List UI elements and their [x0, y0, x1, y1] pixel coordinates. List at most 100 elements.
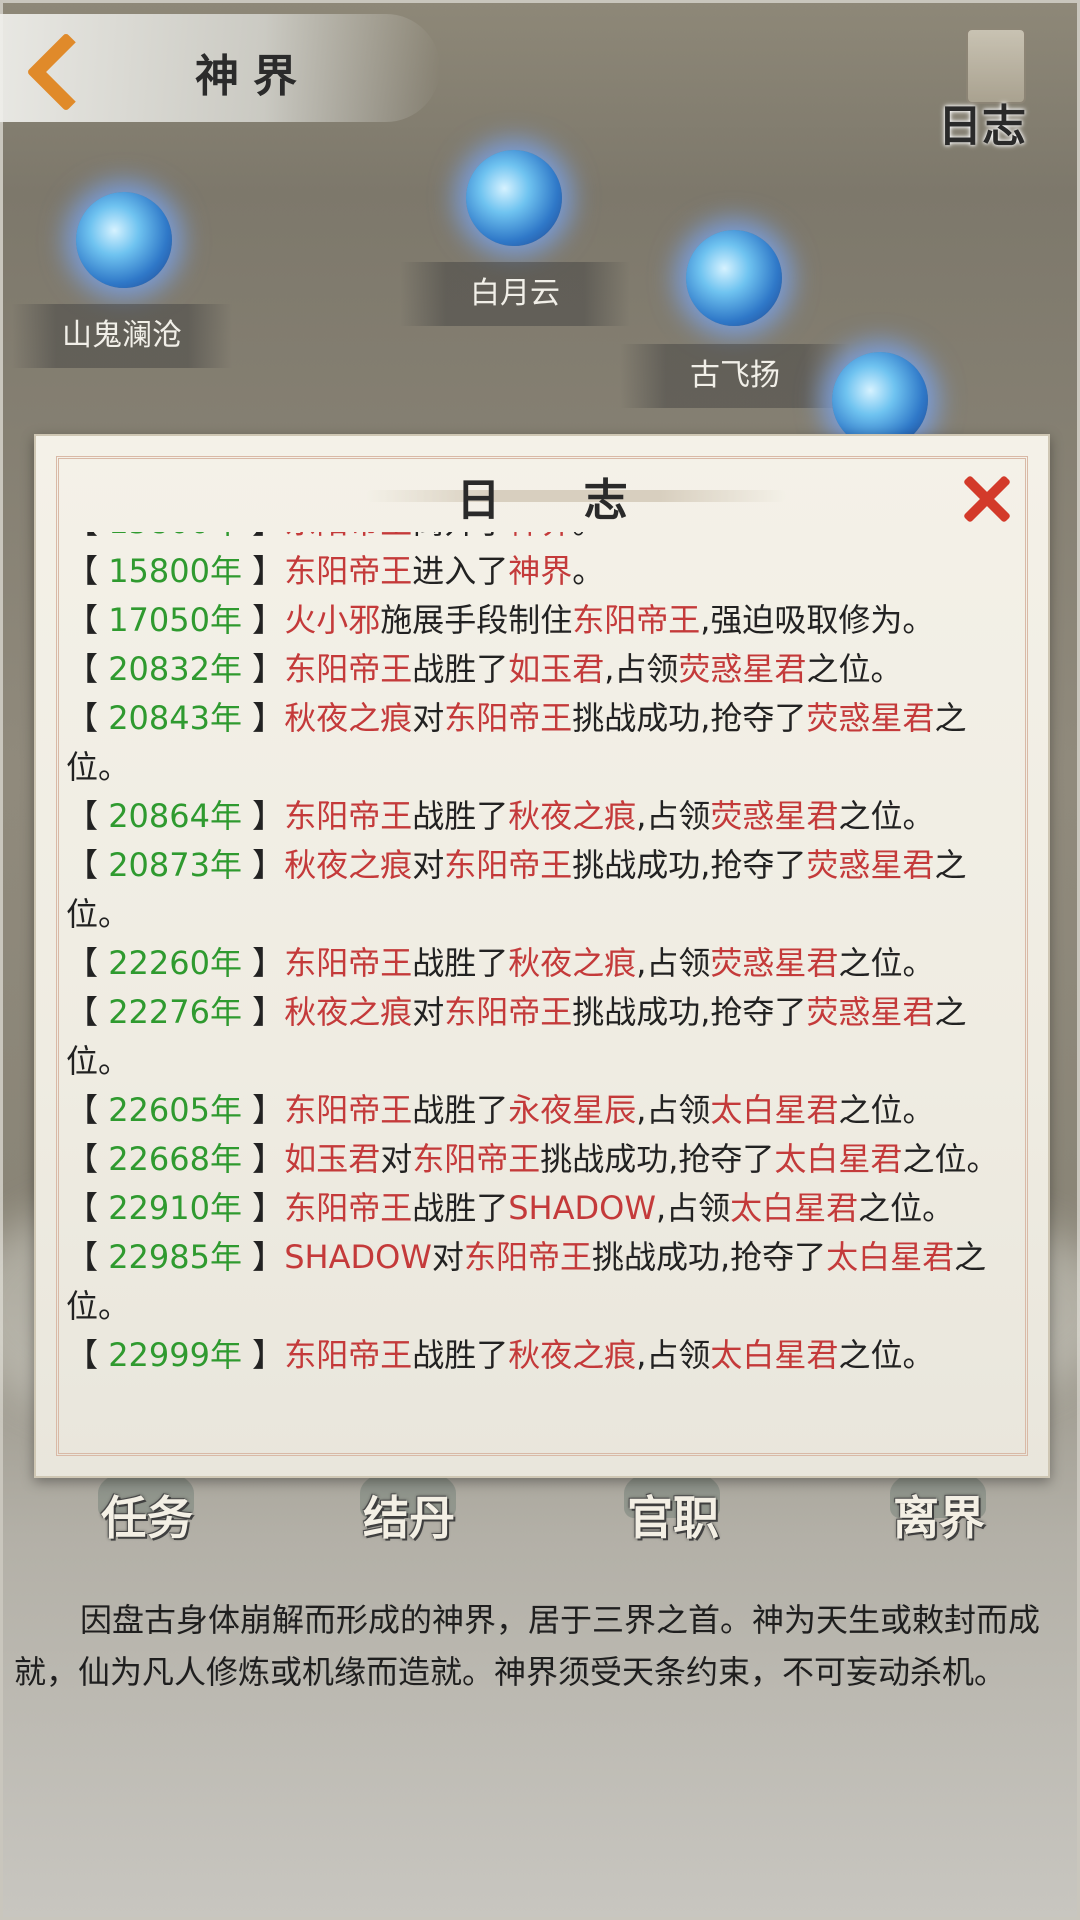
log-year: 22999年 — [108, 1336, 242, 1374]
tab-jiedan[interactable]: 结丹 — [334, 1482, 484, 1562]
log-year: 20864年 — [108, 797, 242, 835]
log-year: 15800年 — [108, 532, 242, 541]
map-node-orb[interactable] — [466, 150, 562, 246]
log-highlight: 东阳帝王 — [284, 1091, 413, 1129]
log-text: 对 — [412, 846, 445, 884]
tab-mission[interactable]: 任务 — [72, 1482, 222, 1562]
log-text: 挑战成功,抢夺了 — [572, 846, 807, 884]
log-text: ,占领 — [655, 1189, 731, 1227]
log-text: 之位。 — [838, 1091, 935, 1129]
log-highlight: 东阳帝王 — [444, 846, 573, 884]
log-text: 【 — [66, 650, 109, 688]
log-highlight: 荧惑星君 — [806, 846, 935, 884]
tab-leave-realm[interactable]: 离界 — [864, 1482, 1014, 1562]
log-text: 【 — [66, 1091, 109, 1129]
log-text: 。 — [572, 552, 605, 590]
log-entry: 【 22985年 】SHADOW对东阳帝王挑战成功,抢夺了太白星君之位。 — [66, 1233, 1026, 1331]
log-text: ,占领 — [636, 944, 711, 982]
log-highlight: 秋夜之痕 — [284, 846, 413, 884]
log-text: 】 — [242, 1336, 285, 1374]
log-entry: 【 20832年 】东阳帝王战胜了如玉君,占领荧惑星君之位。 — [66, 645, 1026, 694]
log-text: ,占领 — [604, 650, 679, 688]
log-highlight: 秋夜之痕 — [284, 699, 413, 737]
log-text: 对 — [412, 699, 445, 737]
log-list[interactable]: 【 15800年 】东阳帝王离开了神界。【 15800年 】东阳帝王进入了神界。… — [66, 532, 1026, 1450]
log-scroll-content: 【 15800年 】东阳帝王离开了神界。【 15800年 】东阳帝王进入了神界。… — [66, 532, 1026, 1380]
log-highlight: 火小邪 — [284, 601, 381, 639]
log-highlight: 秋夜之痕 — [508, 944, 637, 982]
log-highlight: 东阳帝王 — [284, 532, 412, 541]
log-highlight: 秋夜之痕 — [284, 993, 413, 1031]
map-node-orb[interactable] — [686, 230, 782, 326]
log-text: 施展手段制住 — [380, 601, 573, 639]
log-highlight: 东阳帝王 — [412, 1140, 541, 1178]
back-button[interactable] — [22, 30, 106, 112]
log-highlight: 东阳帝王 — [284, 797, 413, 835]
log-highlight: 永夜星辰 — [508, 1091, 637, 1129]
log-highlight: SHADOW — [508, 1189, 656, 1227]
log-highlight: 秋夜之痕 — [508, 1336, 637, 1374]
log-entry: 【 20843年 】秋夜之痕对东阳帝王挑战成功,抢夺了荧惑星君之位。 — [66, 694, 1026, 792]
log-text: 之位。 — [858, 1189, 955, 1227]
map-node-orb[interactable] — [76, 192, 172, 288]
log-text: 【 — [66, 532, 108, 541]
log-year: 22260年 — [108, 944, 242, 982]
log-text: 进入了 — [412, 552, 509, 590]
log-text: 】 — [242, 532, 284, 541]
log-year: 17050年 — [108, 601, 242, 639]
log-text: 【 — [66, 797, 109, 835]
log-highlight: 神界 — [508, 532, 572, 541]
log-text: 战胜了 — [412, 1336, 509, 1374]
log-highlight: 东阳帝王 — [463, 1238, 592, 1276]
log-entry: 【 17050年 】火小邪施展手段制住东阳帝王,强迫吸取修为。 — [66, 596, 1026, 645]
log-highlight: 东阳帝王 — [284, 1189, 413, 1227]
log-text: 战胜了 — [412, 944, 509, 982]
dialog-title: 日 志 — [456, 475, 662, 526]
log-entry: 【 15800年 】东阳帝王进入了神界。 — [66, 547, 1026, 596]
log-text: 之位。 — [838, 1336, 935, 1374]
log-text: 离开了 — [412, 532, 508, 541]
log-text: 】 — [242, 993, 285, 1031]
log-text: 【 — [66, 601, 109, 639]
map-node-label[interactable]: 山鬼澜沧 — [12, 304, 232, 368]
log-text: 【 — [66, 552, 109, 590]
log-entry: 【 22999年 】东阳帝王战胜了秋夜之痕,占领太白星君之位。 — [66, 1331, 1026, 1380]
log-text: 。 — [572, 532, 604, 541]
log-text: 】 — [242, 797, 285, 835]
log-year: 22985年 — [108, 1238, 242, 1276]
log-highlight: 如玉君 — [284, 1140, 381, 1178]
log-text: 】 — [242, 699, 285, 737]
log-year: 22276年 — [108, 993, 242, 1031]
log-text: 【 — [66, 993, 109, 1031]
log-highlight: 荧惑星君 — [710, 797, 839, 835]
log-text: 之位。 — [838, 797, 935, 835]
log-highlight: 太白星君 — [730, 1189, 859, 1227]
log-button-label: 日志 — [938, 101, 1026, 152]
log-year: 20832年 — [108, 650, 242, 688]
log-highlight: 东阳帝王 — [444, 699, 573, 737]
log-highlight: 东阳帝王 — [284, 650, 413, 688]
log-text: 对 — [431, 1238, 464, 1276]
log-entry: 【 22668年 】如玉君对东阳帝王挑战成功,抢夺了太白星君之位。 — [66, 1135, 1026, 1184]
log-text: 战胜了 — [412, 1189, 509, 1227]
tab-official-post[interactable]: 官职 — [598, 1482, 748, 1562]
close-icon[interactable] — [958, 472, 1012, 526]
log-text: 之位。 — [902, 1140, 999, 1178]
log-text: 【 — [66, 944, 109, 982]
log-highlight: 荧惑星君 — [806, 699, 935, 737]
log-text: ,强迫吸取修为。 — [700, 601, 935, 639]
realm-description: 因盘古身体崩解而形成的神界，居于三界之首。神为天生或敕封而成就，仙为凡人修炼或机… — [14, 1601, 1041, 1691]
map-node-label[interactable]: 白月云 — [400, 262, 630, 326]
log-year: 22668年 — [108, 1140, 242, 1178]
log-text: 【 — [66, 699, 109, 737]
map-node-label[interactable]: 古飞扬 — [620, 344, 850, 408]
log-button[interactable]: 日志 — [930, 20, 1060, 160]
log-year: 15800年 — [108, 552, 242, 590]
log-text: 】 — [242, 944, 285, 982]
log-highlight: 东阳帝王 — [284, 552, 413, 590]
log-entry: 【 20873年 】秋夜之痕对东阳帝王挑战成功,抢夺了荧惑星君之位。 — [66, 841, 1026, 939]
log-text: 对 — [412, 993, 445, 1031]
log-highlight: 荧惑星君 — [806, 993, 935, 1031]
log-highlight: 太白星君 — [826, 1238, 955, 1276]
log-text: 之位。 — [838, 944, 935, 982]
